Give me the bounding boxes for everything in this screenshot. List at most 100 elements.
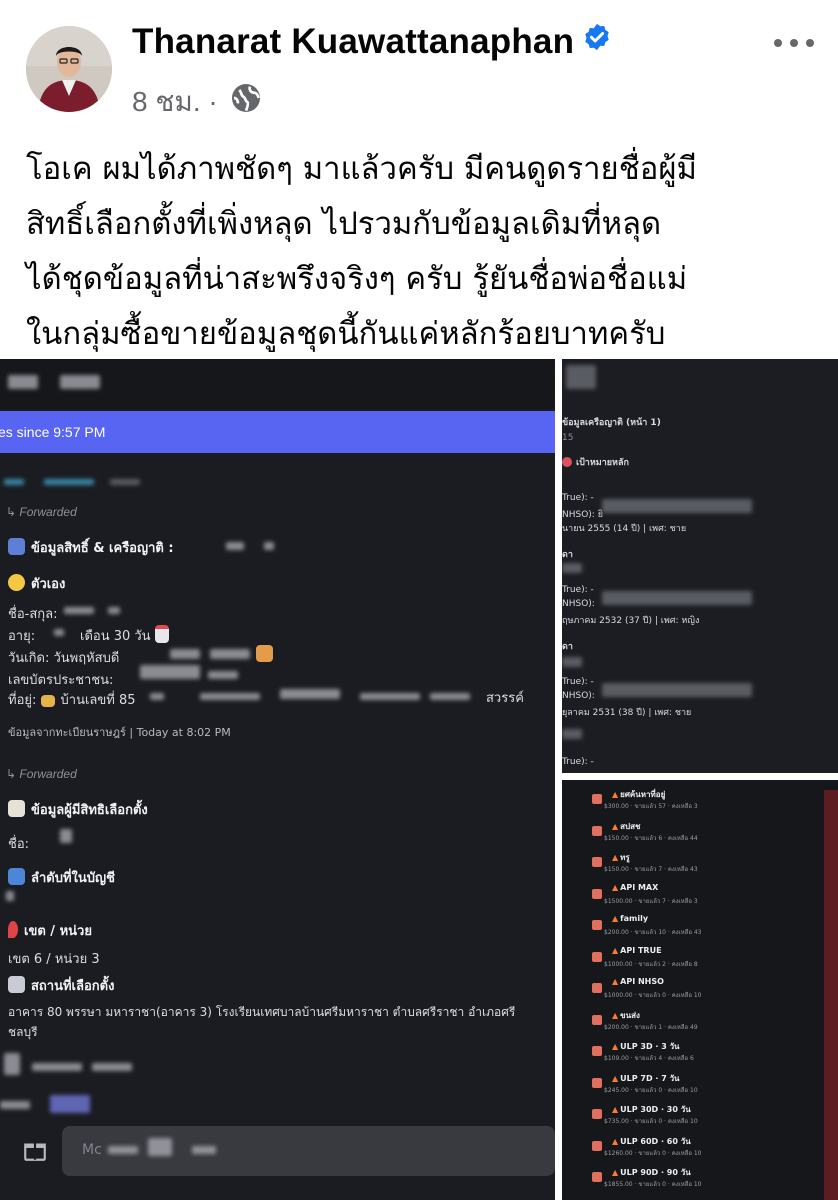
photo-shop-screenshot[interactable]: ▲ ยศค้นหาที่อยู่ $300.00 · ขายแล้ว 57 · คง… — [562, 780, 838, 1200]
building-icon — [8, 976, 25, 993]
relatives-line: ดา — [562, 642, 573, 652]
blurred-region — [150, 693, 164, 700]
shop-item-price: $735.00 · ขายแล้ว 0 · คงเหลือ 10 — [604, 1118, 698, 1125]
input-placeholder: Mc — [82, 1142, 102, 1158]
gift-icon[interactable] — [22, 1137, 48, 1163]
shop-item-name-text: API TRUE — [620, 945, 662, 955]
shop-item-name-text: ULP 90D · 90 วัน — [620, 1168, 691, 1177]
shop-item-row[interactable]: ▲ ยศค้นหาที่อยู่ $300.00 · ขายแล้ว 57 · คง… — [592, 788, 832, 820]
author-name-text[interactable]: Thanarat Kuawattanaphan — [132, 22, 574, 61]
shop-item-name: ▲ ทรู — [612, 851, 630, 864]
blurred-region — [4, 1053, 20, 1075]
shop-item-name: ▲ family — [612, 914, 648, 923]
shop-item-row[interactable]: ▲ ULP 30D · 30 วัน $735.00 · ขายแล้ว 0 · ค… — [592, 1103, 832, 1135]
relatives-line: นายน 2555 (14 ปี) | เพศ: ชาย — [562, 524, 687, 534]
post-time[interactable]: 8 ชม. · — [132, 86, 218, 117]
fire-icon: ▲ — [612, 821, 619, 831]
shop-item-name-text: ULP 30D · 30 วัน — [620, 1105, 691, 1114]
relatives-header: ข้อมูลเครือญาติ (หน้า 1) — [562, 418, 661, 428]
blurred-region — [0, 1101, 30, 1109]
shop-item-row[interactable]: ▲ สปสช $150.00 · ขายแล้ว 6 · คงเหลือ 44 — [592, 820, 832, 852]
shop-item-name: ▲ ULP 3D · 3 วัน — [612, 1040, 680, 1053]
relatives-line: ฤษภาคม 2532 (37 ปี) | เพศ: หญิง — [562, 616, 700, 626]
blurred-region — [280, 689, 340, 699]
message-input[interactable]: Mc — [62, 1126, 555, 1176]
shop-item-row[interactable]: ▲ ขนส่ง $200.00 · ขายแล้ว 1 · คงเหลือ 49 — [592, 1009, 832, 1041]
cake-icon — [256, 645, 273, 662]
globe-icon[interactable] — [230, 82, 262, 121]
chat-top-bar — [0, 359, 555, 409]
blurred-region — [430, 693, 470, 700]
shop-item-price: $109.00 · ขายแล้ว 4 · คงเหลือ 6 — [604, 1055, 694, 1062]
post-meta: 8 ชม. · — [132, 80, 262, 124]
blurred-region — [208, 671, 238, 679]
shop-item-name: ▲ API NHSO — [612, 977, 664, 986]
author-name[interactable]: Thanarat Kuawattanaphan — [132, 22, 612, 64]
place-value: อาคาร 80 พรรษา มหาราชา(อาคาร 3) โรงเรียน… — [8, 1005, 516, 1019]
product-icon — [592, 920, 602, 930]
blurred-region — [54, 629, 64, 636]
blurred-region — [562, 729, 582, 739]
section-title-voter: ข้อมูลผู้มีสิทธิเลือกตั้ง — [8, 799, 148, 820]
product-icon — [592, 1046, 602, 1056]
fire-icon: ▲ — [612, 1136, 619, 1146]
shop-item-row[interactable]: ▲ API NHSO $1000.00 · ขายแล้ว 0 · คงเหลือ … — [592, 977, 832, 1009]
shop-item-row[interactable]: ▲ API MAX $1500.00 · ขายแล้ว 7 · คงเหลือ 3 — [592, 883, 832, 915]
relatives-line: NHSO): ยิ — [562, 510, 603, 520]
new-messages-banner[interactable]: es since 9:57 PM — [0, 411, 555, 453]
photo-chat-screenshot[interactable]: es since 9:57 PM ↳ Forwarded ข้อมูลสิทธิ… — [0, 359, 555, 1200]
fire-icon: ▲ — [612, 1105, 619, 1114]
shop-item-row[interactable]: ▲ ทรู $150.00 · ขายแล้ว 7 · คงเหลือ 43 — [592, 851, 832, 883]
shop-item-row[interactable]: ▲ ULP 7D · 7 วัน $245.00 · ขายแล้ว 0 · คงเ… — [592, 1072, 832, 1104]
shop-item-row[interactable]: ▲ ULP 60D · 60 วัน $1260.00 · ขายแล้ว 0 · … — [592, 1135, 832, 1167]
blurred-region — [562, 563, 582, 573]
product-icon — [592, 1140, 602, 1151]
relatives-line: True): - — [562, 493, 594, 503]
zone-label: เขต / หน่วย — [8, 920, 92, 941]
shop-item-row[interactable]: ▲ ULP 3D · 3 วัน $109.00 · ขายแล้ว 4 · คงเ… — [592, 1040, 832, 1072]
shop-item-name: ▲ ULP 7D · 7 วัน — [612, 1072, 680, 1085]
product-icon — [592, 794, 602, 804]
shop-item-row[interactable]: ▲ ULP 90D · 90 วัน $1855.00 · ขายแล้ว 0 · … — [592, 1166, 832, 1198]
shop-item-price: $150.00 · ขายแล้ว 6 · คงเหลือ 44 — [604, 834, 698, 842]
relatives-line: NHSO): — [562, 691, 595, 701]
blurred-region — [4, 479, 24, 485]
blurred-region — [108, 1146, 138, 1154]
product-icon — [592, 1077, 602, 1088]
blurred-region — [50, 1095, 90, 1113]
post-text-line: โอเค ผมได้ภาพชัดๆ มาแล้วครับ มีคนดูดรายช… — [26, 151, 697, 187]
blurred-region — [210, 649, 250, 659]
relatives-line: ดา — [562, 550, 573, 560]
zone-label-text: เขต / หน่วย — [24, 924, 92, 939]
forwarded-text: Forwarded — [19, 767, 77, 781]
shop-item-price: $1500.00 · ขายแล้ว 7 · คงเหลือ 3 — [604, 897, 698, 905]
shop-item-name: ▲ ยศค้นหาที่อยู่ — [612, 788, 665, 801]
shop-item-name: ▲ ขนส่ง — [612, 1009, 640, 1022]
post-text: โอเค ผมได้ภาพชัดๆ มาแล้วครับ มีคนดูดรายช… — [26, 142, 826, 362]
section-title-text: ข้อมูลสิทธิ์ & เครือญาติ : — [31, 541, 174, 556]
more-options-icon[interactable] — [772, 28, 816, 58]
relatives-target: เป้าหมายหลัก — [562, 455, 629, 469]
calendar-icon — [154, 625, 169, 643]
shop-item-name: ▲ ULP 90D · 90 วัน — [612, 1166, 691, 1179]
shop-item-row[interactable]: ▲ API TRUE $1000.00 · ขายแล้ว 2 · คงเหลือ … — [592, 946, 832, 978]
photo-relatives-screenshot[interactable]: ข้อมูลเครือญาติ (หน้า 1) 15 เป้าหมายหลัก… — [562, 359, 838, 773]
shop-item-price: $150.00 · ขายแล้ว 7 · คงเหลือ 43 — [604, 866, 698, 873]
shop-item-row[interactable]: ▲ family $200.00 · ขายแล้ว 10 · คงเหลือ 43 — [592, 914, 832, 946]
message-footer: ข้อมูลจากทะเบียนราษฎร์ | Today at 8:02 P… — [8, 726, 231, 739]
blurred-region — [8, 375, 38, 389]
addr-label: ที่อยู่: — [8, 693, 37, 708]
face-icon — [8, 574, 25, 591]
shop-item-price: $245.00 · ขายแล้ว 0 · คงเหลือ 10 — [604, 1086, 698, 1094]
shop-item-name-text: API NHSO — [620, 977, 664, 986]
addr-value: บ้านเลขที่ 85 — [60, 693, 136, 708]
shop-item-name: ▲ ULP 60D · 60 วัน — [612, 1135, 691, 1148]
relatives-line: True): - — [562, 585, 594, 595]
blurred-region — [200, 693, 260, 700]
shop-item-name-text: ULP 7D · 7 วัน — [620, 1073, 680, 1083]
shop-item-name-text: API MAX — [620, 882, 659, 892]
banner-text: es since 9:57 PM — [0, 424, 106, 440]
avatar[interactable] — [26, 26, 112, 112]
target-icon — [562, 457, 572, 467]
post-text-line: สิทธิ์เลือกตั้งที่เพิ่งหลุด ไปรวมกับข้อม… — [26, 206, 662, 242]
